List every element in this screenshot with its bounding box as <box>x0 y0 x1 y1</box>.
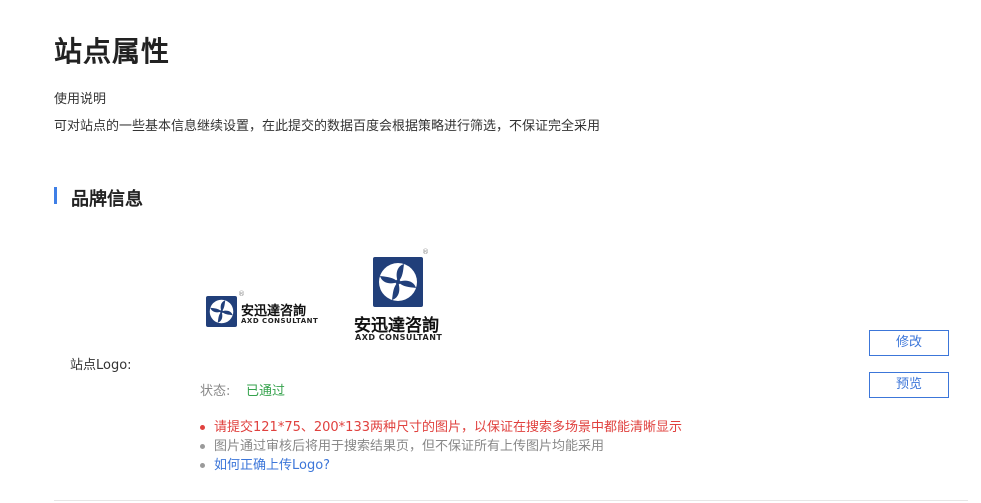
status-label: 状态: <box>200 384 231 399</box>
logo-preview-small: ® 安迅達咨詢 AXD CONSULTANT <box>204 290 320 332</box>
upload-help-link[interactable]: 如何正确上传Logo? <box>214 458 330 473</box>
section-title-brand: 品牌信息 <box>71 189 143 210</box>
tip-size-requirement: 请提交121*75、200*133两种尺寸的图片，以保证在搜索多场景中都能清晰显… <box>200 418 682 437</box>
logo-fan-icon <box>373 257 423 307</box>
bullet-dot <box>200 425 205 430</box>
registered-mark: ® <box>238 290 245 298</box>
logo-fan-icon <box>206 296 237 327</box>
tip-text: 图片通过审核后将用于搜索结果页，但不保证所有上传图片均能采用 <box>214 439 605 454</box>
edit-logo-button[interactable]: 修改 <box>869 330 949 356</box>
logo-field-label: 站点Logo: <box>70 358 132 373</box>
status-badge: 已通过 <box>246 384 286 399</box>
bullet-dot <box>200 444 205 449</box>
logo-tips-list: 请提交121*75、200*133两种尺寸的图片，以保证在搜索多场景中都能清晰显… <box>200 418 682 475</box>
page-title: 站点属性 <box>54 35 171 68</box>
preview-logo-button[interactable]: 预览 <box>869 372 949 398</box>
section-accent-bar <box>54 187 57 204</box>
usage-title: 使用说明 <box>54 92 107 107</box>
registered-mark: ® <box>422 248 429 256</box>
logo-en-name: AXD CONSULTANT <box>355 333 443 342</box>
tip-upload-help-link[interactable]: 如何正确上传Logo? <box>200 456 682 475</box>
section-divider <box>54 500 968 501</box>
tip-text: 请提交121*75、200*133两种尺寸的图片，以保证在搜索多场景中都能清晰显… <box>214 420 682 435</box>
logo-en-name: AXD CONSULTANT <box>241 317 319 325</box>
usage-description: 可对站点的一些基本信息继续设置，在此提交的数据百度会根据策略进行筛选，不保证完全… <box>54 119 601 134</box>
tip-review-notice: 图片通过审核后将用于搜索结果页，但不保证所有上传图片均能采用 <box>200 437 682 456</box>
bullet-dot <box>200 463 205 468</box>
logo-preview-large: ® 安迅達咨詢 AXD CONSULTANT <box>352 248 448 344</box>
